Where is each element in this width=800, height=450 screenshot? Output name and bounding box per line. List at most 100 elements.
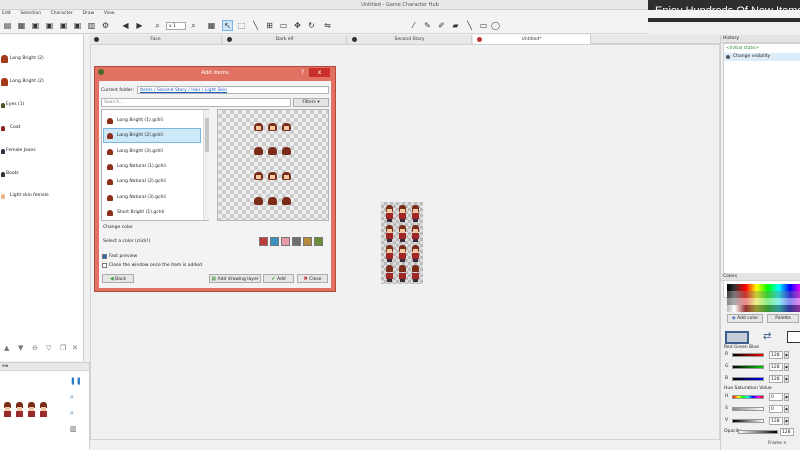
green-value-input[interactable]: 128 — [769, 363, 783, 371]
list-item[interactable]: Long Bright (2).gchli — [103, 128, 201, 143]
menu-edit[interactable]: Edit — [2, 10, 11, 18]
tab-dark-elf[interactable]: Dark elf — [223, 35, 347, 44]
green-spinner[interactable]: ◆ — [784, 363, 789, 371]
color-swatch[interactable] — [314, 237, 323, 246]
print-icon[interactable]: ▥ — [86, 20, 97, 31]
zoom-fit-icon[interactable]: ⌕ — [188, 20, 199, 31]
background-color-swatch[interactable] — [787, 331, 800, 343]
redo-icon[interactable]: ▶ — [134, 20, 145, 31]
list-item[interactable]: Long Natural (1).gchli — [103, 159, 201, 174]
color-palette[interactable] — [727, 284, 800, 312]
toggle-visibility-icon[interactable]: ⊖ — [32, 344, 38, 352]
blue-value-input[interactable]: 128 — [769, 375, 783, 383]
close-button[interactable]: ✖ Close — [297, 274, 328, 283]
zoom-select[interactable]: x 1 — [166, 22, 186, 30]
list-scrollbar[interactable] — [203, 110, 209, 220]
open-icon[interactable]: ▦ — [16, 20, 27, 31]
back-button[interactable]: ◀ Back — [102, 274, 134, 283]
duplicate-icon[interactable]: ❐ — [60, 344, 66, 352]
saturation-slider[interactable] — [732, 407, 764, 411]
rotate-tool-icon[interactable]: ↻ — [306, 20, 317, 31]
blue-spinner[interactable]: ◆ — [784, 375, 789, 383]
close-window-checkbox[interactable] — [102, 263, 107, 268]
green-slider[interactable] — [732, 365, 764, 369]
value-spinner[interactable]: ◆ — [784, 417, 789, 425]
palette-row[interactable] — [727, 284, 800, 291]
grid-icon[interactable]: ▦ — [206, 20, 217, 31]
rectangle-icon[interactable]: ▭ — [478, 20, 489, 31]
brush-icon[interactable]: ✐ — [436, 20, 447, 31]
palette-button[interactable]: Palette — [767, 314, 799, 323]
item-list[interactable]: Long Bright (1).gchli Long Bright (2).gc… — [101, 109, 209, 221]
line-draw-icon[interactable]: ╲ — [464, 20, 475, 31]
ellipse-icon[interactable]: ◯ — [490, 20, 501, 31]
move-tool-icon[interactable]: ✥ — [292, 20, 303, 31]
value-slider[interactable] — [732, 419, 764, 423]
layer-item[interactable]: Long Bright (2) — [0, 76, 84, 88]
list-item[interactable]: Long Bright (3).gchli — [103, 144, 201, 159]
character-spritesheet[interactable] — [381, 202, 423, 284]
down-arrow-icon[interactable]: ▽ — [46, 344, 51, 352]
undo-icon[interactable]: ◀ — [120, 20, 131, 31]
filters-button[interactable]: Filters ▾ — [293, 98, 329, 107]
add-drawing-layer-button[interactable]: ▦ Add drawing layer — [209, 274, 261, 283]
flip-tool-icon[interactable]: ⇋ — [322, 20, 333, 31]
help-icon[interactable]: ? — [301, 69, 304, 76]
crop-tool-icon[interactable]: ⊞ — [264, 20, 275, 31]
save-icon[interactable]: ▣ — [30, 20, 41, 31]
hue-slider[interactable] — [732, 395, 764, 399]
tab-untitled[interactable]: Untitled* — [473, 35, 591, 44]
menu-character[interactable]: Character — [51, 10, 73, 18]
eyedropper-icon[interactable]: ⁄ — [408, 20, 419, 31]
opacity-slider[interactable] — [738, 430, 778, 434]
tab-second-story[interactable]: Second Story — [348, 35, 472, 44]
layer-item[interactable]: Female Jeans — [0, 145, 84, 157]
layer-item[interactable]: Boots — [0, 168, 84, 180]
dialog-close-button[interactable]: x — [309, 68, 330, 77]
folder-breadcrumb[interactable]: Items / Second Story / Hair / Light Skin — [137, 86, 329, 94]
value-value-input[interactable]: 128 — [769, 417, 783, 425]
zoom-out-icon[interactable]: ⌕ — [70, 409, 74, 418]
zoom-in-icon[interactable]: ⌕ — [70, 393, 74, 402]
delete-icon[interactable]: ✕ — [72, 344, 78, 352]
palette-row[interactable] — [727, 291, 800, 298]
move-up-icon[interactable]: ▲ — [4, 344, 9, 352]
pointer-tool-icon[interactable]: ↖ — [222, 20, 233, 31]
fast-preview-checkbox[interactable] — [102, 254, 107, 259]
color-swatch[interactable] — [303, 237, 312, 246]
red-spinner[interactable]: ◆ — [784, 351, 789, 359]
tab-face[interactable]: Face — [90, 35, 222, 44]
menu-selection[interactable]: Selection — [20, 10, 41, 18]
list-item[interactable]: Short Bright (1).gchli — [103, 205, 201, 220]
move-down-icon[interactable]: ▼ — [18, 344, 23, 352]
foreground-color-swatch[interactable] — [725, 331, 749, 344]
list-item[interactable]: Long Natural (2).gchli — [103, 174, 201, 189]
list-item[interactable]: Long Natural (3).gchli — [103, 190, 201, 205]
eraser-icon[interactable]: ▰ — [450, 20, 461, 31]
settings-icon[interactable]: ⚙ — [100, 20, 111, 31]
palette-row[interactable] — [727, 305, 800, 312]
pencil-icon[interactable]: ✎ — [422, 20, 433, 31]
color-swatch[interactable] — [292, 237, 301, 246]
zoom-icon[interactable]: ⌕ — [152, 20, 163, 31]
history-initial-state[interactable]: <Initial state> — [726, 46, 759, 51]
menu-view[interactable]: View — [104, 10, 115, 18]
history-entry[interactable]: Change visibility — [724, 53, 800, 61]
rect-select-icon[interactable]: ▭ — [278, 20, 289, 31]
pause-icon[interactable]: ❚❚ — [70, 377, 82, 385]
palette-row[interactable] — [727, 298, 800, 305]
line-tool-icon[interactable]: ╲ — [250, 20, 261, 31]
list-item[interactable]: Long Bright (1).gchli — [103, 113, 201, 128]
swap-colors-icon[interactable]: ⇄ — [763, 331, 771, 342]
layer-item[interactable]: Long Bright (2) — [0, 53, 84, 65]
color-swatch[interactable] — [259, 237, 268, 246]
opacity-value-input[interactable]: 128 — [780, 428, 794, 436]
layer-item[interactable]: Eyes (1) — [0, 99, 84, 111]
color-swatch[interactable] — [270, 237, 279, 246]
save-as-icon[interactable]: ▣ — [44, 20, 55, 31]
layer-item[interactable]: Light skin female — [0, 190, 84, 202]
add-color-button[interactable]: ◉ Add color — [727, 314, 763, 323]
export-all-icon[interactable]: ▣ — [72, 20, 83, 31]
hue-spinner[interactable]: ◆ — [784, 393, 789, 401]
select-tool-icon[interactable]: ⬚ — [236, 20, 247, 31]
